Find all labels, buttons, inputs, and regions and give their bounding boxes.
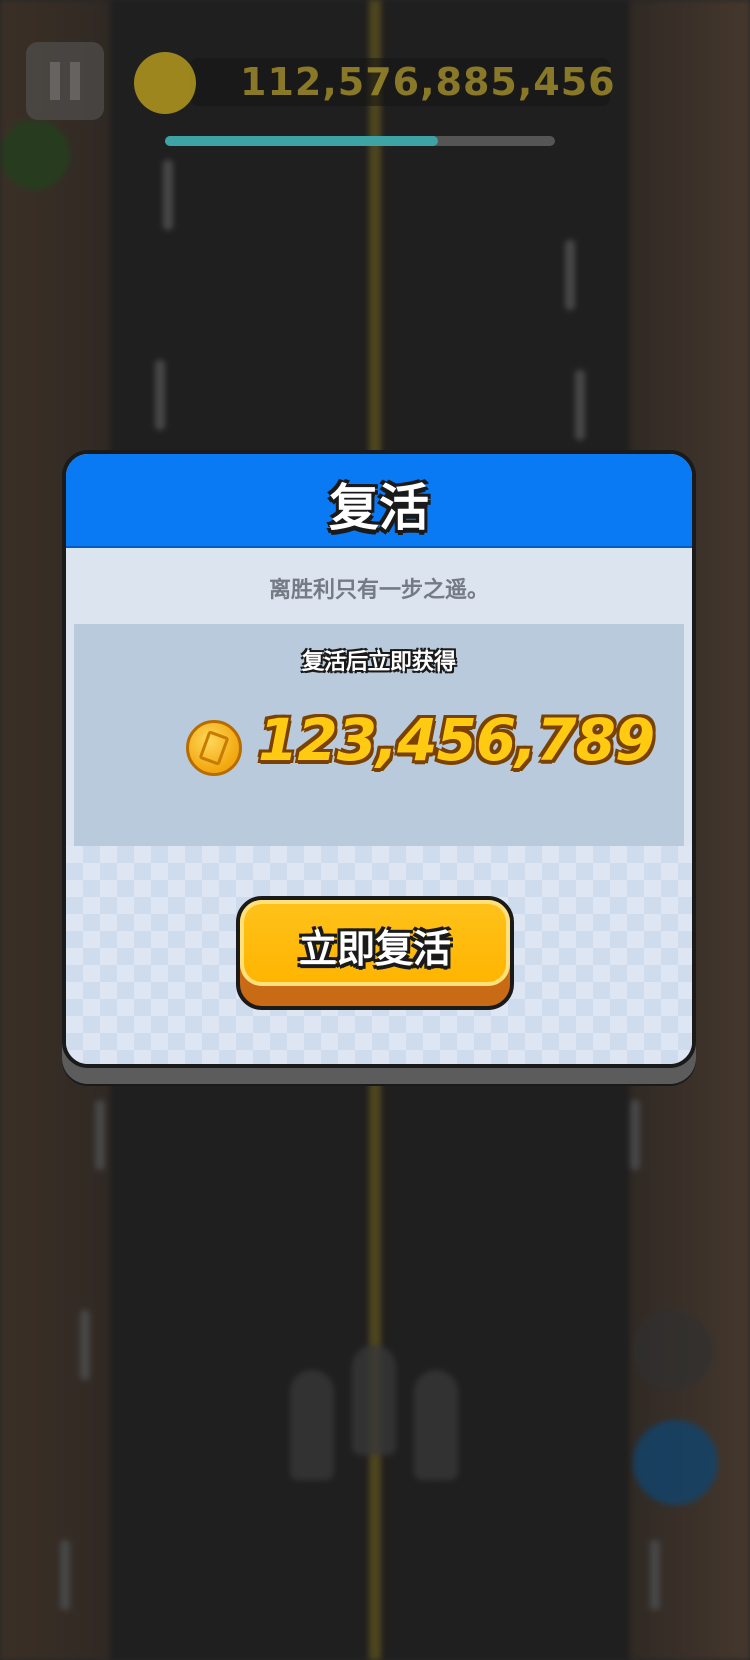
reward-panel: 复活后立即获得 123,456,789 [74, 624, 684, 846]
reward-label: 复活后立即获得 [301, 650, 456, 675]
revive-button-label: 立即复活 [298, 927, 451, 971]
pause-button [26, 42, 104, 120]
revive-dialog: 复活 离胜利只有一步之遥。 复活后立即获得 123,456,789 立即复活 [62, 450, 696, 1068]
dialog-title: 复活 [329, 479, 429, 537]
dialog-subtitle: 离胜利只有一步之遥。 [268, 578, 489, 603]
coin-icon [134, 52, 196, 114]
score-value: 112,576,885,456 [240, 60, 616, 104]
level-progress-bar [165, 136, 555, 146]
dialog-header: 复活 [66, 454, 692, 548]
revive-button-face: 立即复活 [240, 900, 510, 986]
level-progress-fill [165, 136, 438, 146]
revive-now-button[interactable]: 立即复活 [236, 896, 514, 1010]
reward-amount: 123,456,789 [258, 706, 655, 774]
gold-coin-icon [186, 720, 242, 776]
